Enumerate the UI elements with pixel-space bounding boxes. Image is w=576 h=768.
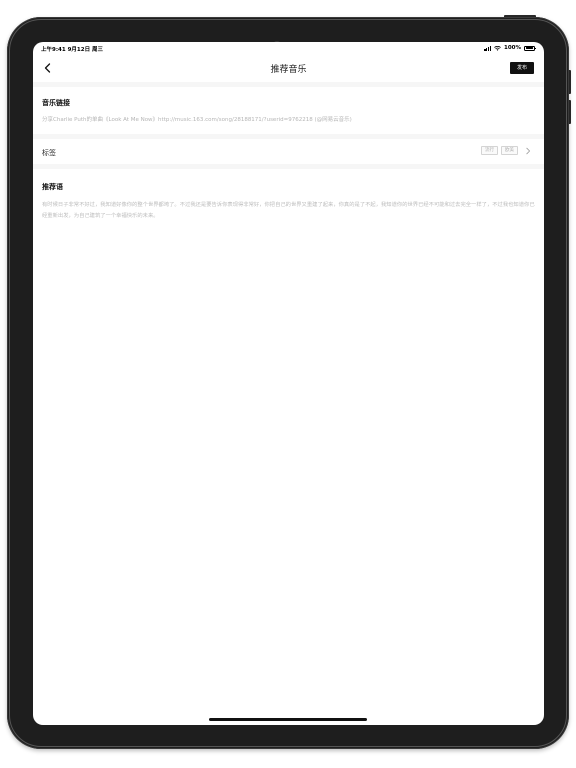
wifi-icon	[494, 45, 501, 51]
battery-percent: 100%	[504, 45, 521, 51]
music-link-title: 音乐链接	[42, 99, 70, 107]
tags-label: 标签	[42, 149, 56, 157]
page-title: 推荐音乐	[270, 65, 307, 75]
recommendation-title: 推荐语	[42, 183, 63, 191]
tag-pop[interactable]: 流行	[481, 146, 498, 155]
tags-row[interactable]: 流行 欧美	[481, 146, 532, 155]
screen: 上午9:41 9月12日 周三 100% 推荐音乐 发布 音乐链接 分享Char…	[33, 42, 544, 725]
divider	[33, 82, 544, 87]
tag-western[interactable]: 欧美	[501, 146, 518, 155]
recommendation-textarea[interactable]: 有时候日子非常不好过，我知道好像你的整个世界都垮了。不过我还是要告诉你表现得非常…	[42, 200, 535, 222]
status-bar: 上午9:41 9月12日 周三 100%	[33, 42, 544, 54]
battery-icon	[524, 45, 536, 51]
publish-button[interactable]: 发布	[510, 62, 534, 74]
navigation-bar: 推荐音乐 发布	[33, 54, 544, 82]
divider	[33, 134, 544, 139]
divider	[33, 164, 544, 169]
home-indicator[interactable]	[209, 718, 367, 721]
music-link-input[interactable]: 分享Charlie Puth的单曲《Look At Me Now》http://…	[42, 115, 352, 123]
chevron-right-icon[interactable]	[524, 147, 532, 155]
status-time: 上午9:41 9月12日 周三	[41, 47, 103, 53]
cellular-signal-icon	[484, 46, 491, 51]
status-indicators: 100%	[484, 45, 536, 51]
